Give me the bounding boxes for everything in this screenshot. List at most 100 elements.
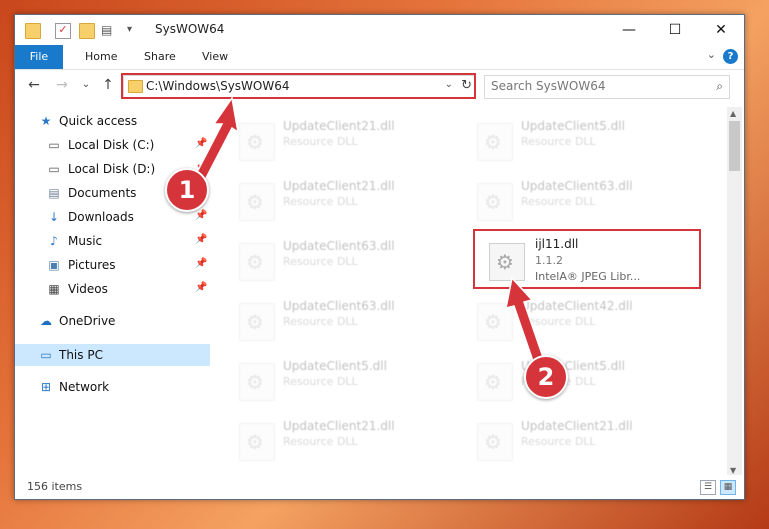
address-highlight-box [121, 73, 476, 99]
sidebar-item-label: Local Disk (C:) [68, 138, 155, 152]
file-item[interactable]: UpdateClient5.dll Resource DLL [461, 115, 681, 165]
scroll-down-icon[interactable]: ▼ [730, 466, 736, 475]
window-title: SysWOW64 [155, 22, 225, 36]
step-1-badge: 1 [165, 168, 209, 212]
pin-icon[interactable]: 📌 [195, 234, 207, 245]
file-item[interactable]: UpdateClient5.dll Resource DLL [223, 355, 443, 405]
cloud-icon: ☁ [40, 314, 52, 328]
dll-file-icon [239, 423, 275, 461]
ribbon-tabs: File Home Share View ⌄ ? [15, 45, 744, 70]
sidebar-item-label: OneDrive [59, 314, 116, 328]
file-item[interactable]: UpdateClient42.dll Resource DLL [461, 295, 681, 345]
dll-file-icon [477, 183, 513, 221]
chevron-down-icon[interactable]: ⌄ [707, 48, 716, 61]
file-item[interactable]: UpdateClient21.dll Resource DLL [461, 415, 681, 465]
new-folder-icon[interactable] [79, 23, 95, 39]
help-icon[interactable]: ? [723, 49, 738, 64]
details-view-icon[interactable]: ☰ [700, 480, 716, 495]
star-icon: ★ [40, 114, 52, 128]
pin-icon[interactable]: 📌 [195, 282, 207, 293]
file-type: Resource DLL [521, 195, 596, 208]
pin-icon[interactable]: 📌 [195, 258, 207, 269]
sidebar-item-network[interactable]: ⊞ Network [15, 376, 210, 398]
file-list: UpdateClient21.dll Resource DLL UpdateCl… [223, 107, 727, 467]
dll-file-icon [239, 243, 275, 281]
dll-file-icon [477, 363, 513, 401]
forward-button[interactable]: → [53, 76, 71, 94]
pin-icon[interactable]: 📌 [195, 138, 207, 149]
maximize-button[interactable]: ☐ [652, 15, 698, 45]
file-highlight-box [473, 229, 701, 289]
drive-icon: ▭ [48, 138, 60, 152]
customize-qat-icon[interactable]: ▤ [101, 23, 115, 37]
properties-icon[interactable]: ✓ [55, 23, 71, 39]
sidebar-item-label: Local Disk (D:) [68, 162, 156, 176]
download-icon: ↓ [48, 210, 60, 224]
dll-file-icon [477, 423, 513, 461]
sidebar-item-label: Documents [68, 186, 137, 200]
file-item[interactable]: UpdateClient63.dll Resource DLL [223, 235, 443, 285]
tiles-view-icon[interactable]: ▦ [720, 480, 736, 495]
search-input[interactable] [491, 79, 691, 93]
search-icon[interactable]: ⌕ [716, 79, 723, 94]
sidebar-item-quick-access[interactable]: ★ Quick access [15, 110, 210, 132]
sidebar-item-pictures[interactable]: ▣ Pictures 📌 [15, 254, 210, 276]
sidebar-item-music[interactable]: ♪ Music 📌 [15, 230, 210, 252]
music-icon: ♪ [50, 234, 58, 248]
back-button[interactable]: ← [25, 76, 43, 94]
videos-icon: ▦ [48, 282, 60, 296]
navigation-pane: ★ Quick access ▭ Local Disk (C:) 📌 ▭ Loc… [15, 107, 210, 467]
file-name: UpdateClient21.dll [521, 419, 633, 433]
sidebar-item-local-disk-c[interactable]: ▭ Local Disk (C:) 📌 [15, 134, 210, 156]
explorer-window: ✓ ▤ ▾ SysWOW64 — ☐ ✕ File Home Share Vie… [14, 14, 745, 500]
sidebar-item-onedrive[interactable]: ☁ OneDrive [15, 310, 210, 332]
file-name: UpdateClient21.dll [283, 419, 395, 433]
sidebar-item-videos[interactable]: ▦ Videos 📌 [15, 278, 210, 300]
file-type: Resource DLL [283, 195, 358, 208]
navigation-bar: ← → ⌄ ↑ C:\Windows\SysWOW64 ⌄ ↻ ⌕ [15, 70, 744, 102]
file-item[interactable]: UpdateClient63.dll Resource DLL [461, 175, 681, 225]
file-name: UpdateClient63.dll [521, 179, 633, 193]
sidebar-item-label: This PC [59, 348, 103, 362]
scroll-up-icon[interactable]: ▲ [730, 109, 736, 118]
dll-file-icon [477, 123, 513, 161]
file-item[interactable]: UpdateClient5.dll Resource DLL [461, 355, 681, 405]
dll-file-icon [239, 183, 275, 221]
scrollbar-thumb[interactable] [729, 121, 740, 171]
vertical-scrollbar[interactable]: ▲ ▼ [727, 107, 742, 477]
documents-icon: ▤ [48, 186, 60, 200]
file-item[interactable]: UpdateClient21.dll Resource DLL [223, 115, 443, 165]
step-2-badge: 2 [524, 355, 568, 399]
file-type: Resource DLL [521, 315, 596, 328]
file-type: Resource DLL [283, 315, 358, 328]
close-button[interactable]: ✕ [698, 15, 744, 45]
folder-icon [25, 23, 41, 39]
sidebar-item-label: Pictures [68, 258, 116, 272]
file-name: UpdateClient5.dll [521, 119, 625, 133]
file-name: UpdateClient21.dll [283, 119, 395, 133]
file-name: UpdateClient63.dll [283, 299, 395, 313]
drive-icon: ▭ [48, 162, 60, 176]
file-name: UpdateClient21.dll [283, 179, 395, 193]
up-button[interactable]: ↑ [99, 76, 117, 94]
sidebar-item-this-pc[interactable]: ▭ This PC [15, 344, 210, 366]
dll-file-icon [239, 123, 275, 161]
tab-share[interactable]: Share [144, 45, 176, 69]
file-name: UpdateClient63.dll [283, 239, 395, 253]
dll-file-icon [477, 303, 513, 341]
tab-view[interactable]: View [202, 45, 228, 69]
dll-file-icon [239, 303, 275, 341]
item-count: 156 items [27, 480, 83, 493]
search-box[interactable]: ⌕ [484, 75, 730, 99]
qat-dropdown-icon[interactable]: ▾ [127, 23, 141, 37]
file-item[interactable]: UpdateClient63.dll Resource DLL [223, 295, 443, 345]
tab-file[interactable]: File [15, 45, 63, 69]
sidebar-item-label: Network [59, 380, 110, 394]
pin-icon[interactable]: 📌 [195, 210, 207, 221]
file-item[interactable]: UpdateClient21.dll Resource DLL [223, 415, 443, 465]
file-type: Resource DLL [283, 435, 358, 448]
tab-home[interactable]: Home [85, 45, 117, 69]
recent-locations-button[interactable]: ⌄ [77, 76, 95, 94]
minimize-button[interactable]: — [606, 15, 652, 45]
file-item[interactable]: UpdateClient21.dll Resource DLL [223, 175, 443, 225]
